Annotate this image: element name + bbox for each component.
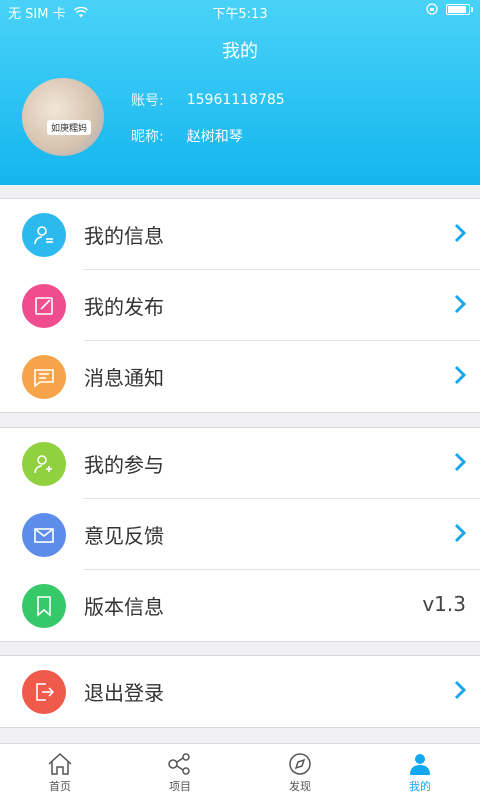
page-title: 我的 (222, 41, 258, 62)
compass-icon (289, 753, 311, 775)
menu-item-my-participation[interactable]: 我的参与 (0, 428, 480, 499)
chevron-right-icon (454, 365, 466, 385)
chevron-right-icon (454, 680, 466, 700)
home-icon (48, 752, 72, 775)
rotation-lock-icon (426, 3, 438, 15)
tab-label: 项目 (169, 780, 191, 793)
profile-header: 无 SIM 卡 下午5:13 我的 如庚糯妈 账号: 15961118785 昵… (0, 0, 480, 185)
version-value: v1.3 (422, 592, 466, 616)
tab-bar: 首页 项目 发现 我的 (0, 743, 480, 800)
user-info-icon (34, 225, 53, 244)
icon-circle (22, 212, 66, 257)
icon-circle (22, 669, 66, 714)
status-bar: 无 SIM 卡 下午5:13 (0, 0, 480, 22)
menu-item-label: 意见反馈 (84, 524, 164, 548)
icon-circle (22, 354, 66, 399)
chevron-right-icon (454, 523, 466, 543)
nickname-value: 赵树和琴 (186, 129, 243, 145)
message-icon (34, 368, 54, 388)
tab-projects[interactable]: 项目 (120, 744, 240, 800)
tab-label: 发现 (289, 780, 311, 793)
account-info: 账号: 15961118785 昵称: 赵树和琴 (131, 90, 285, 162)
icon-circle (22, 583, 66, 628)
menu-item-version-info[interactable]: 版本信息 v1.3 (0, 570, 480, 641)
mail-icon (34, 527, 54, 543)
menu-item-label: 我的发布 (84, 295, 164, 319)
status-right (426, 3, 473, 15)
menu-item-my-posts[interactable]: 我的发布 (0, 270, 480, 341)
tab-label: 我的 (409, 780, 431, 793)
tab-label: 首页 (49, 780, 71, 793)
menu-group-3: 退出登录 (0, 655, 480, 728)
menu-item-logout[interactable]: 退出登录 (0, 656, 480, 727)
menu-item-label: 版本信息 (84, 595, 164, 619)
menu-item-label: 我的参与 (84, 453, 164, 477)
status-time: 下午5:13 (212, 7, 268, 22)
menu-item-label: 消息通知 (84, 366, 164, 390)
menu-item-label: 我的信息 (84, 224, 164, 248)
tab-mine[interactable]: 我的 (360, 744, 480, 800)
share-nodes-icon (168, 753, 190, 775)
chevron-right-icon (454, 294, 466, 314)
battery-icon (446, 3, 473, 15)
chevron-right-icon (454, 452, 466, 472)
menu-item-notifications[interactable]: 消息通知 (0, 341, 480, 412)
avatar-tag: 如庚糯妈 (47, 120, 92, 135)
tab-home[interactable]: 首页 (0, 744, 120, 800)
menu-group-2: 我的参与 意见反馈 版本信息 v1.3 (0, 427, 480, 642)
logout-icon (36, 682, 55, 701)
chevron-right-icon (454, 223, 466, 243)
tab-discover[interactable]: 发现 (240, 744, 360, 800)
bookmark-icon (37, 595, 51, 617)
account-value: 15961118785 (186, 92, 285, 108)
edit-icon (35, 296, 53, 315)
icon-circle (22, 512, 66, 557)
person-icon (410, 754, 430, 775)
icon-circle (22, 283, 66, 328)
menu-item-feedback[interactable]: 意见反馈 (0, 499, 480, 570)
menu-group-1: 我的信息 我的发布 消息通知 (0, 198, 480, 413)
nickname-label: 昵称: (131, 129, 164, 145)
menu-item-label: 退出登录 (84, 681, 164, 705)
menu-item-my-info[interactable]: 我的信息 (0, 199, 480, 270)
icon-circle (22, 441, 66, 486)
user-add-icon (34, 454, 52, 473)
avatar[interactable]: 如庚糯妈 (22, 78, 104, 156)
account-label: 账号: (131, 93, 164, 109)
